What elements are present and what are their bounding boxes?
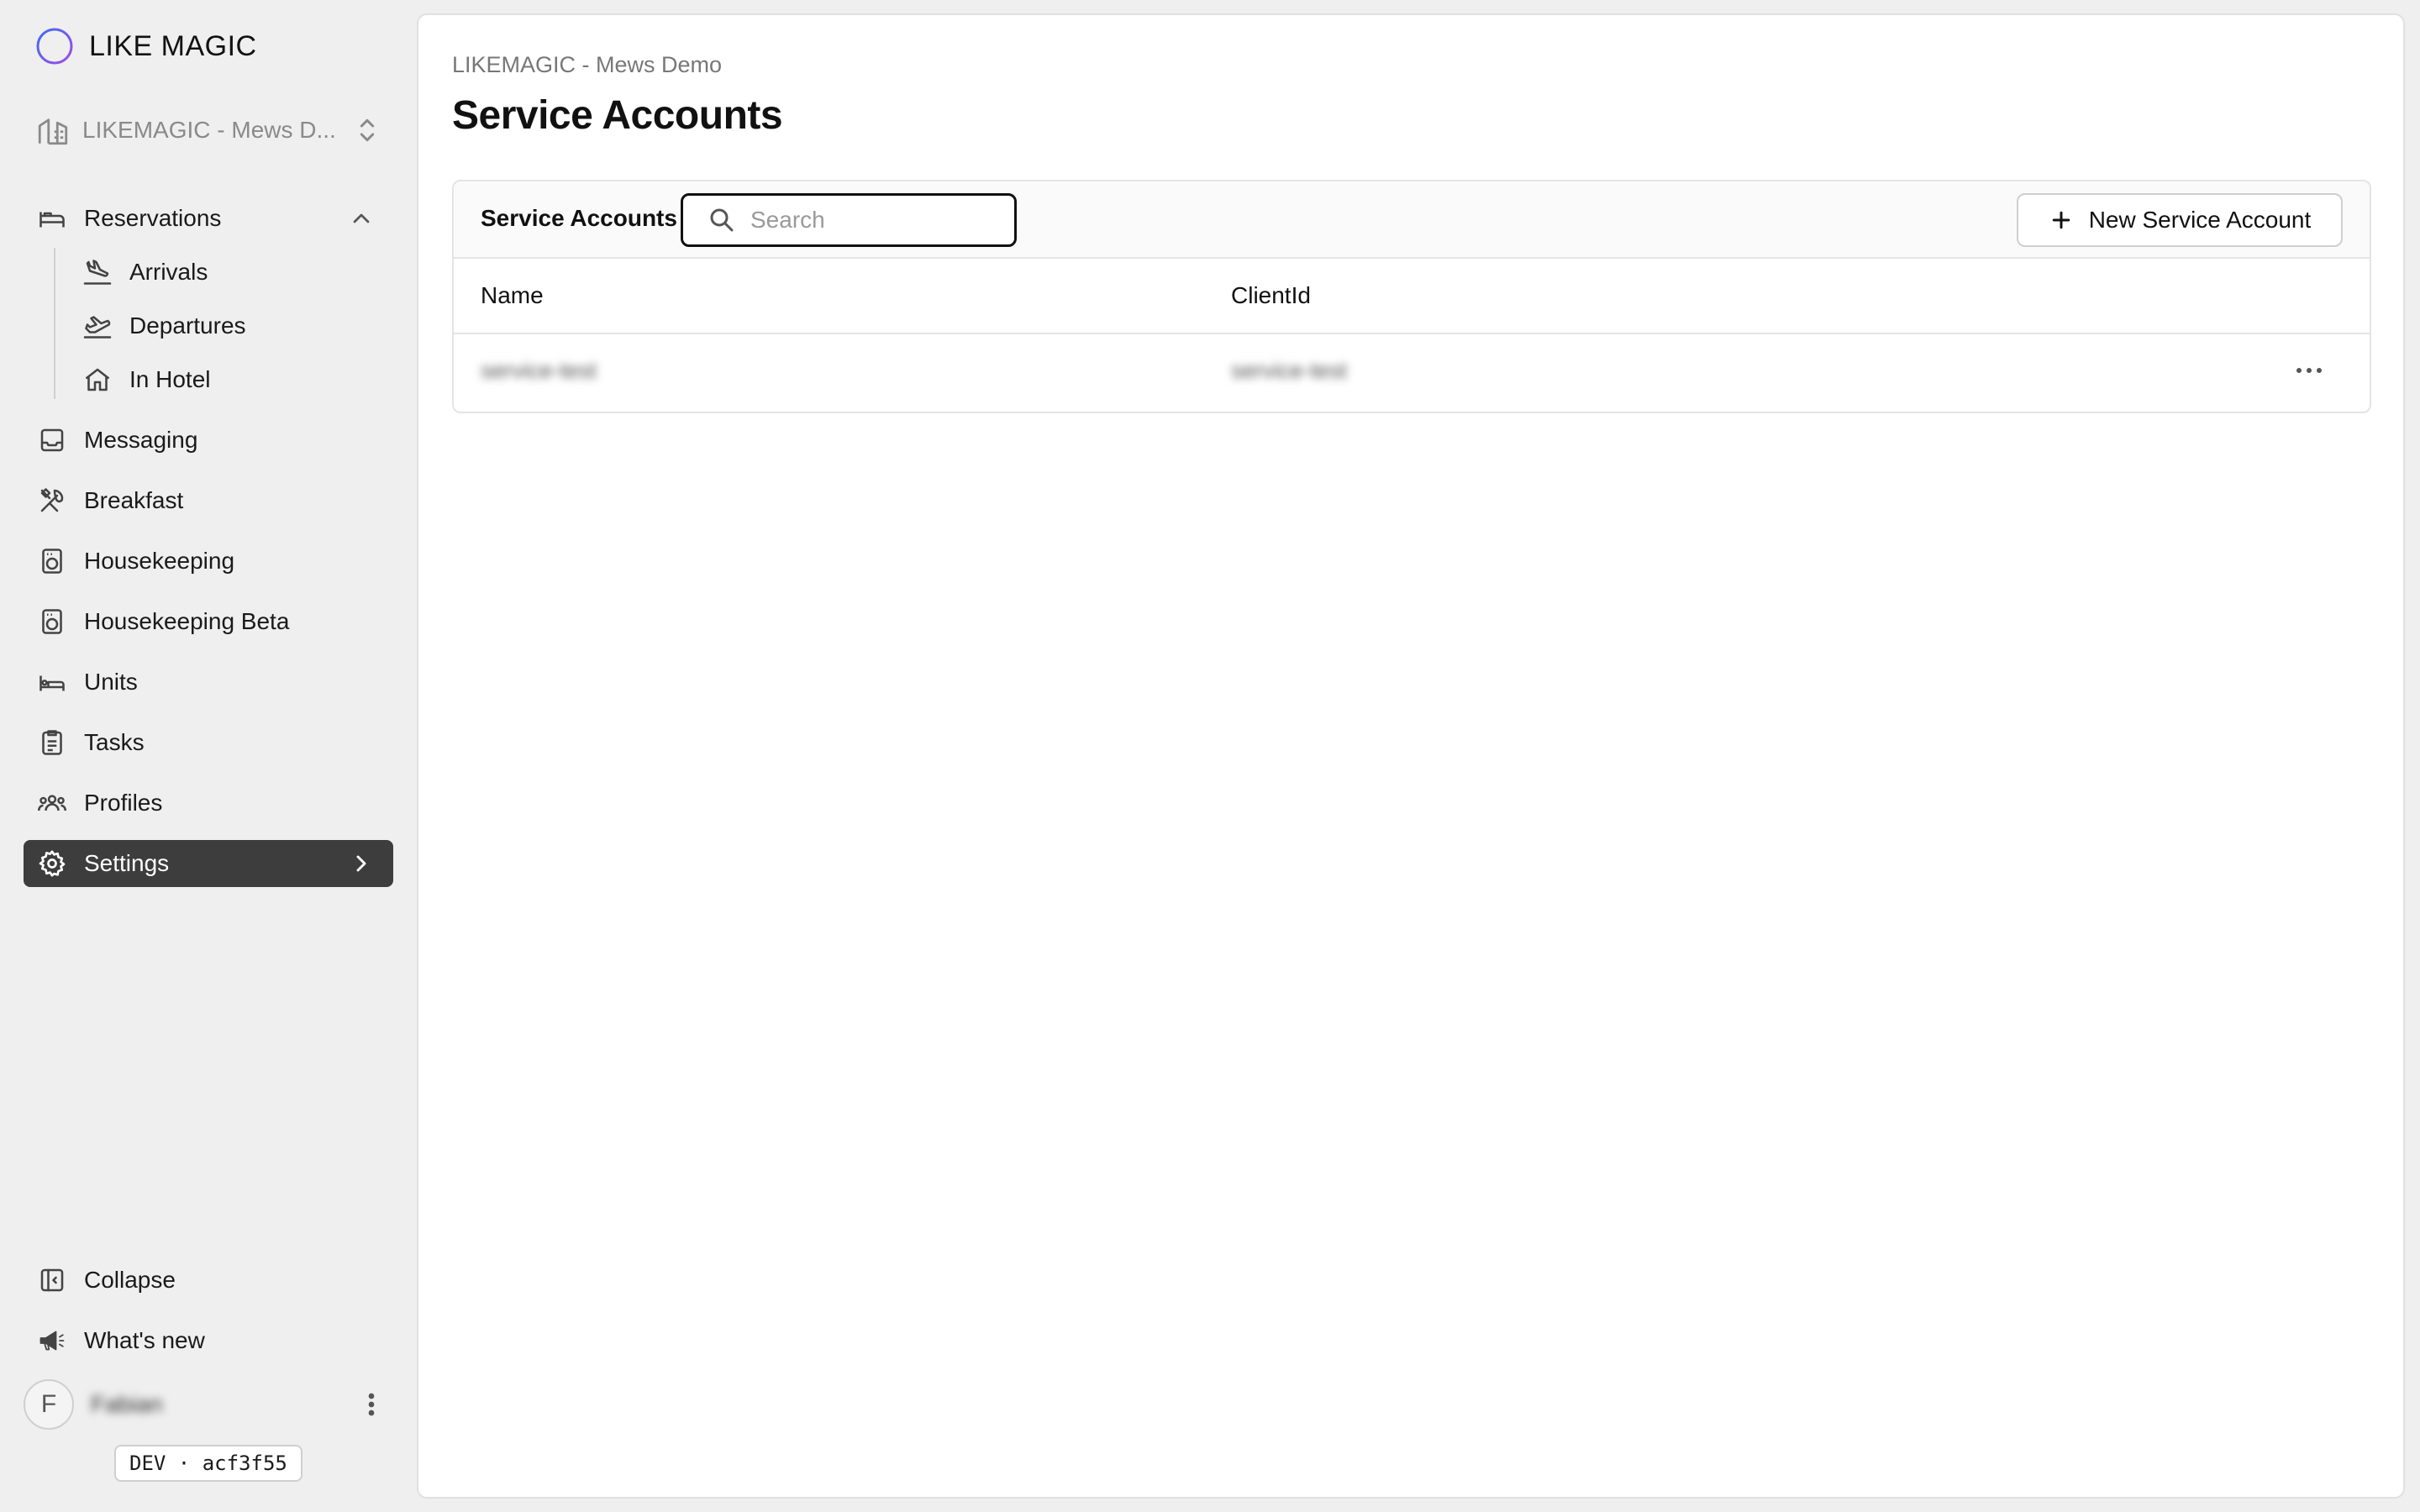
breadcrumb[interactable]: LIKEMAGIC - Mews Demo bbox=[452, 52, 722, 78]
search-box[interactable] bbox=[681, 193, 1017, 247]
page-title: Service Accounts bbox=[452, 93, 783, 138]
brand-logo[interactable]: LIKE MAGIC bbox=[35, 25, 257, 67]
sidebar-item-label: What's new bbox=[84, 1327, 205, 1353]
sidebar-item-label: Collapse bbox=[84, 1267, 176, 1293]
sidebar-item-reservations[interactable]: Reservations bbox=[24, 195, 393, 242]
building-icon bbox=[38, 118, 68, 145]
sidebar-item-arrivals[interactable]: Arrivals bbox=[69, 249, 393, 296]
plane-takeoff-icon bbox=[81, 309, 114, 343]
sidebar-item-label: Settings bbox=[84, 850, 170, 876]
bed-single-icon bbox=[35, 665, 69, 699]
column-header-clientid[interactable]: ClientId bbox=[1231, 282, 1311, 309]
sidebar-item-departures[interactable]: Departures bbox=[69, 302, 393, 349]
sidebar-item-housekeeping[interactable]: Housekeeping bbox=[24, 538, 393, 585]
sidebar-item-label: Housekeeping Beta bbox=[84, 608, 290, 634]
sidebar-collapse-icon bbox=[35, 1263, 69, 1297]
bed-icon bbox=[35, 202, 69, 235]
user-name: Fabian bbox=[91, 1391, 163, 1417]
sidebar-item-label: Departures bbox=[129, 312, 246, 339]
row-actions-icon[interactable] bbox=[2292, 360, 2326, 381]
new-service-account-button[interactable]: New Service Account bbox=[2017, 193, 2343, 247]
new-service-account-label: New Service Account bbox=[2088, 207, 2312, 233]
washing-machine-icon bbox=[35, 544, 69, 578]
sidebar-whats-new-button[interactable]: What's new bbox=[24, 1317, 393, 1364]
sidebar-item-settings[interactable]: Settings bbox=[24, 840, 393, 887]
chevron-up-icon bbox=[353, 213, 370, 223]
brand-name: LIKE MAGIC bbox=[89, 29, 257, 62]
user-profile[interactable]: F Fabian bbox=[24, 1378, 393, 1431]
plane-landing-icon bbox=[81, 255, 114, 289]
sidebar-item-label: Units bbox=[84, 669, 138, 695]
chevron-right-icon bbox=[356, 855, 366, 872]
kebab-menu-icon[interactable] bbox=[361, 1388, 381, 1421]
table-toolbar: Service Accounts New Service Account bbox=[454, 181, 2370, 259]
sidebar-item-housekeeping-beta[interactable]: Housekeeping Beta bbox=[24, 598, 393, 645]
search-icon bbox=[710, 208, 734, 232]
table-row[interactable]: service-test service-test bbox=[454, 334, 2370, 410]
service-accounts-table-card: Service Accounts New Service Account Nam… bbox=[452, 180, 2371, 413]
plus-icon bbox=[2052, 211, 2070, 229]
sidebar-item-label: Housekeeping bbox=[84, 548, 235, 574]
clipboard-list-icon bbox=[35, 726, 69, 759]
table-header: Name ClientId bbox=[454, 257, 2370, 334]
utensils-icon bbox=[35, 484, 69, 517]
sidebar-item-units[interactable]: Units bbox=[24, 659, 393, 706]
inbox-icon bbox=[35, 423, 69, 457]
cell-name: service-test bbox=[481, 358, 597, 383]
sidebar-item-in-hotel[interactable]: In Hotel bbox=[69, 356, 393, 403]
sidebar-item-label: Reservations bbox=[84, 205, 222, 231]
table-title: Service Accounts bbox=[481, 205, 677, 231]
home-icon bbox=[81, 363, 114, 396]
property-name: LIKEMAGIC - Mews D... bbox=[82, 117, 336, 143]
sidebar-item-messaging[interactable]: Messaging bbox=[24, 417, 393, 464]
gear-icon bbox=[35, 847, 69, 880]
main-content: LIKEMAGIC - Mews Demo Service Accounts S… bbox=[417, 13, 2405, 1499]
property-switcher[interactable]: LIKEMAGIC - Mews D... bbox=[35, 109, 380, 151]
search-input[interactable] bbox=[749, 206, 987, 234]
chevron-up-down-icon bbox=[360, 118, 375, 142]
avatar: F bbox=[24, 1379, 74, 1430]
sidebar-item-profiles[interactable]: Profiles bbox=[24, 780, 393, 827]
users-icon bbox=[35, 786, 69, 820]
column-header-name[interactable]: Name bbox=[481, 282, 544, 309]
cell-clientid: service-test bbox=[1231, 358, 1348, 383]
sidebar-item-label: Breakfast bbox=[84, 487, 184, 513]
logo-ring-icon bbox=[36, 28, 73, 65]
washing-machine-icon bbox=[35, 605, 69, 638]
sidebar-item-label: Arrivals bbox=[129, 259, 208, 285]
sidebar-item-tasks[interactable]: Tasks bbox=[24, 719, 393, 766]
sidebar-item-breakfast[interactable]: Breakfast bbox=[24, 477, 393, 524]
sidebar-item-label: Profiles bbox=[84, 790, 163, 816]
version-badge: DEV · acf3f55 bbox=[114, 1445, 302, 1482]
sidebar-item-label: Messaging bbox=[84, 427, 198, 453]
sidebar-item-label: Tasks bbox=[84, 729, 145, 755]
sidebar: LIKE MAGIC LIKEMAGIC - Mews D... Reserva… bbox=[0, 0, 417, 1512]
megaphone-icon bbox=[35, 1324, 69, 1357]
sidebar-item-label: In Hotel bbox=[129, 366, 211, 392]
submenu-divider bbox=[54, 248, 55, 399]
sidebar-collapse-button[interactable]: Collapse bbox=[24, 1257, 393, 1304]
